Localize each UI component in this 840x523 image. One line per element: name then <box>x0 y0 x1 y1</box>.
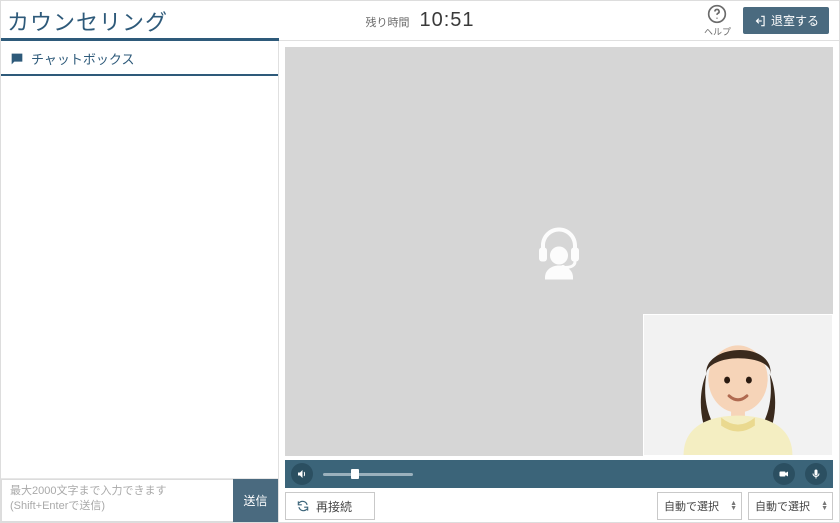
select-arrows-icon: ▲▼ <box>821 501 828 511</box>
video-panel: 再接続 自動で選択 ▲▼ 自動で選択 ▲▼ <box>279 41 839 522</box>
timer-value: 10:51 <box>419 9 474 32</box>
camera-select[interactable]: 自動で選択 ▲▼ <box>657 492 742 520</box>
help-icon <box>707 4 727 24</box>
camera-toggle-button[interactable] <box>773 463 795 485</box>
leave-label: 退室する <box>771 12 819 29</box>
chat-log <box>1 76 278 478</box>
main-body: チャットボックス 送信 <box>1 41 839 522</box>
select-arrows-icon: ▲▼ <box>730 501 737 511</box>
remote-video <box>285 47 833 456</box>
mic-toggle-button[interactable] <box>805 463 827 485</box>
speaker-icon <box>296 468 308 480</box>
leave-button[interactable]: 退室する <box>743 7 829 34</box>
app-root: カウンセリング 残り時間 10:51 ヘルプ 退室する チャットボックス <box>0 0 840 523</box>
send-button[interactable]: 送信 <box>233 479 278 522</box>
device-row: 再接続 自動で選択 ▲▼ 自動で選択 ▲▼ <box>285 492 833 520</box>
title-underline <box>1 38 279 41</box>
volume-button[interactable] <box>291 463 313 485</box>
page-title: カウンセリング <box>7 5 168 37</box>
mic-select-value: 自動で選択 <box>755 498 810 514</box>
chat-input[interactable] <box>1 479 233 522</box>
help-label: ヘルプ <box>704 25 731 38</box>
refresh-icon <box>296 499 310 513</box>
chat-panel-title: チャットボックス <box>31 49 134 68</box>
chat-panel-header: チャットボックス <box>1 41 278 76</box>
headset-avatar-icon <box>527 217 591 286</box>
reconnect-label: 再接続 <box>316 498 352 515</box>
exit-icon <box>753 14 767 28</box>
spacer <box>381 492 651 520</box>
chat-panel: チャットボックス 送信 <box>1 41 279 522</box>
timer-label: 残り時間 <box>365 14 409 30</box>
header-bar: カウンセリング 残り時間 10:51 ヘルプ 退室する <box>1 1 839 41</box>
header-actions: ヘルプ 退室する <box>704 4 829 38</box>
chat-icon <box>9 51 25 67</box>
camera-icon <box>778 468 790 480</box>
volume-thumb[interactable] <box>351 469 359 479</box>
volume-slider[interactable] <box>323 473 413 476</box>
mic-select[interactable]: 自動で選択 ▲▼ <box>748 492 833 520</box>
chat-input-row: 送信 <box>1 478 278 522</box>
video-controls-bar <box>285 460 833 488</box>
camera-select-value: 自動で選択 <box>664 498 719 514</box>
self-video-image <box>644 315 832 455</box>
self-video <box>643 314 833 456</box>
timer: 残り時間 10:51 <box>365 9 474 32</box>
help-button[interactable]: ヘルプ <box>704 4 731 38</box>
mic-icon <box>810 468 822 480</box>
reconnect-button[interactable]: 再接続 <box>285 492 375 520</box>
